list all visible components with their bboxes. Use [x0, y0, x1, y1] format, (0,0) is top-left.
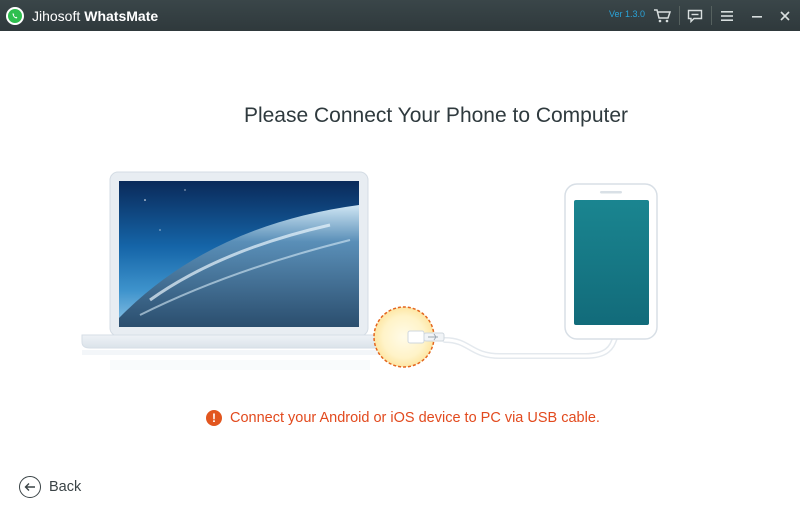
close-button[interactable]: [770, 0, 800, 31]
arrow-left-icon: [19, 476, 41, 498]
laptop-base: [81, 334, 399, 349]
version-label: Ver 1.3.0: [609, 9, 646, 19]
minimize-icon: [752, 15, 762, 18]
usb-plug: [407, 330, 425, 344]
phone-screen: [574, 200, 649, 325]
connection-status: ! Connect your Android or iOS device to …: [206, 407, 600, 429]
phone-glyph-icon: [12, 12, 18, 18]
warning-icon: !: [206, 410, 222, 426]
back-label: Back: [49, 479, 82, 495]
menu-button[interactable]: [712, 0, 742, 31]
connection-illustration: [81, 171, 658, 370]
title-bar: Jihosoft WhatsMate Ver 1.3.0: [0, 0, 800, 31]
app-title-brand: Jihosoft: [32, 7, 81, 24]
whatsapp-logo-icon: [6, 6, 24, 25]
back-button[interactable]: Back: [19, 475, 81, 499]
close-icon: [780, 10, 790, 21]
status-message: Connect your Android or iOS device to PC…: [230, 410, 600, 426]
menu-icon: [721, 10, 733, 21]
minimize-button[interactable]: [742, 0, 772, 31]
cart-icon: [654, 8, 671, 22]
app-title-product: WhatsMate: [84, 7, 159, 24]
page-title: Please Connect Your Phone to Computer: [243, 104, 629, 127]
app-title: Jihosoft WhatsMate: [32, 8, 158, 24]
cart-button[interactable]: [647, 0, 677, 31]
chat-icon: [687, 9, 703, 23]
feedback-button[interactable]: [680, 0, 710, 31]
